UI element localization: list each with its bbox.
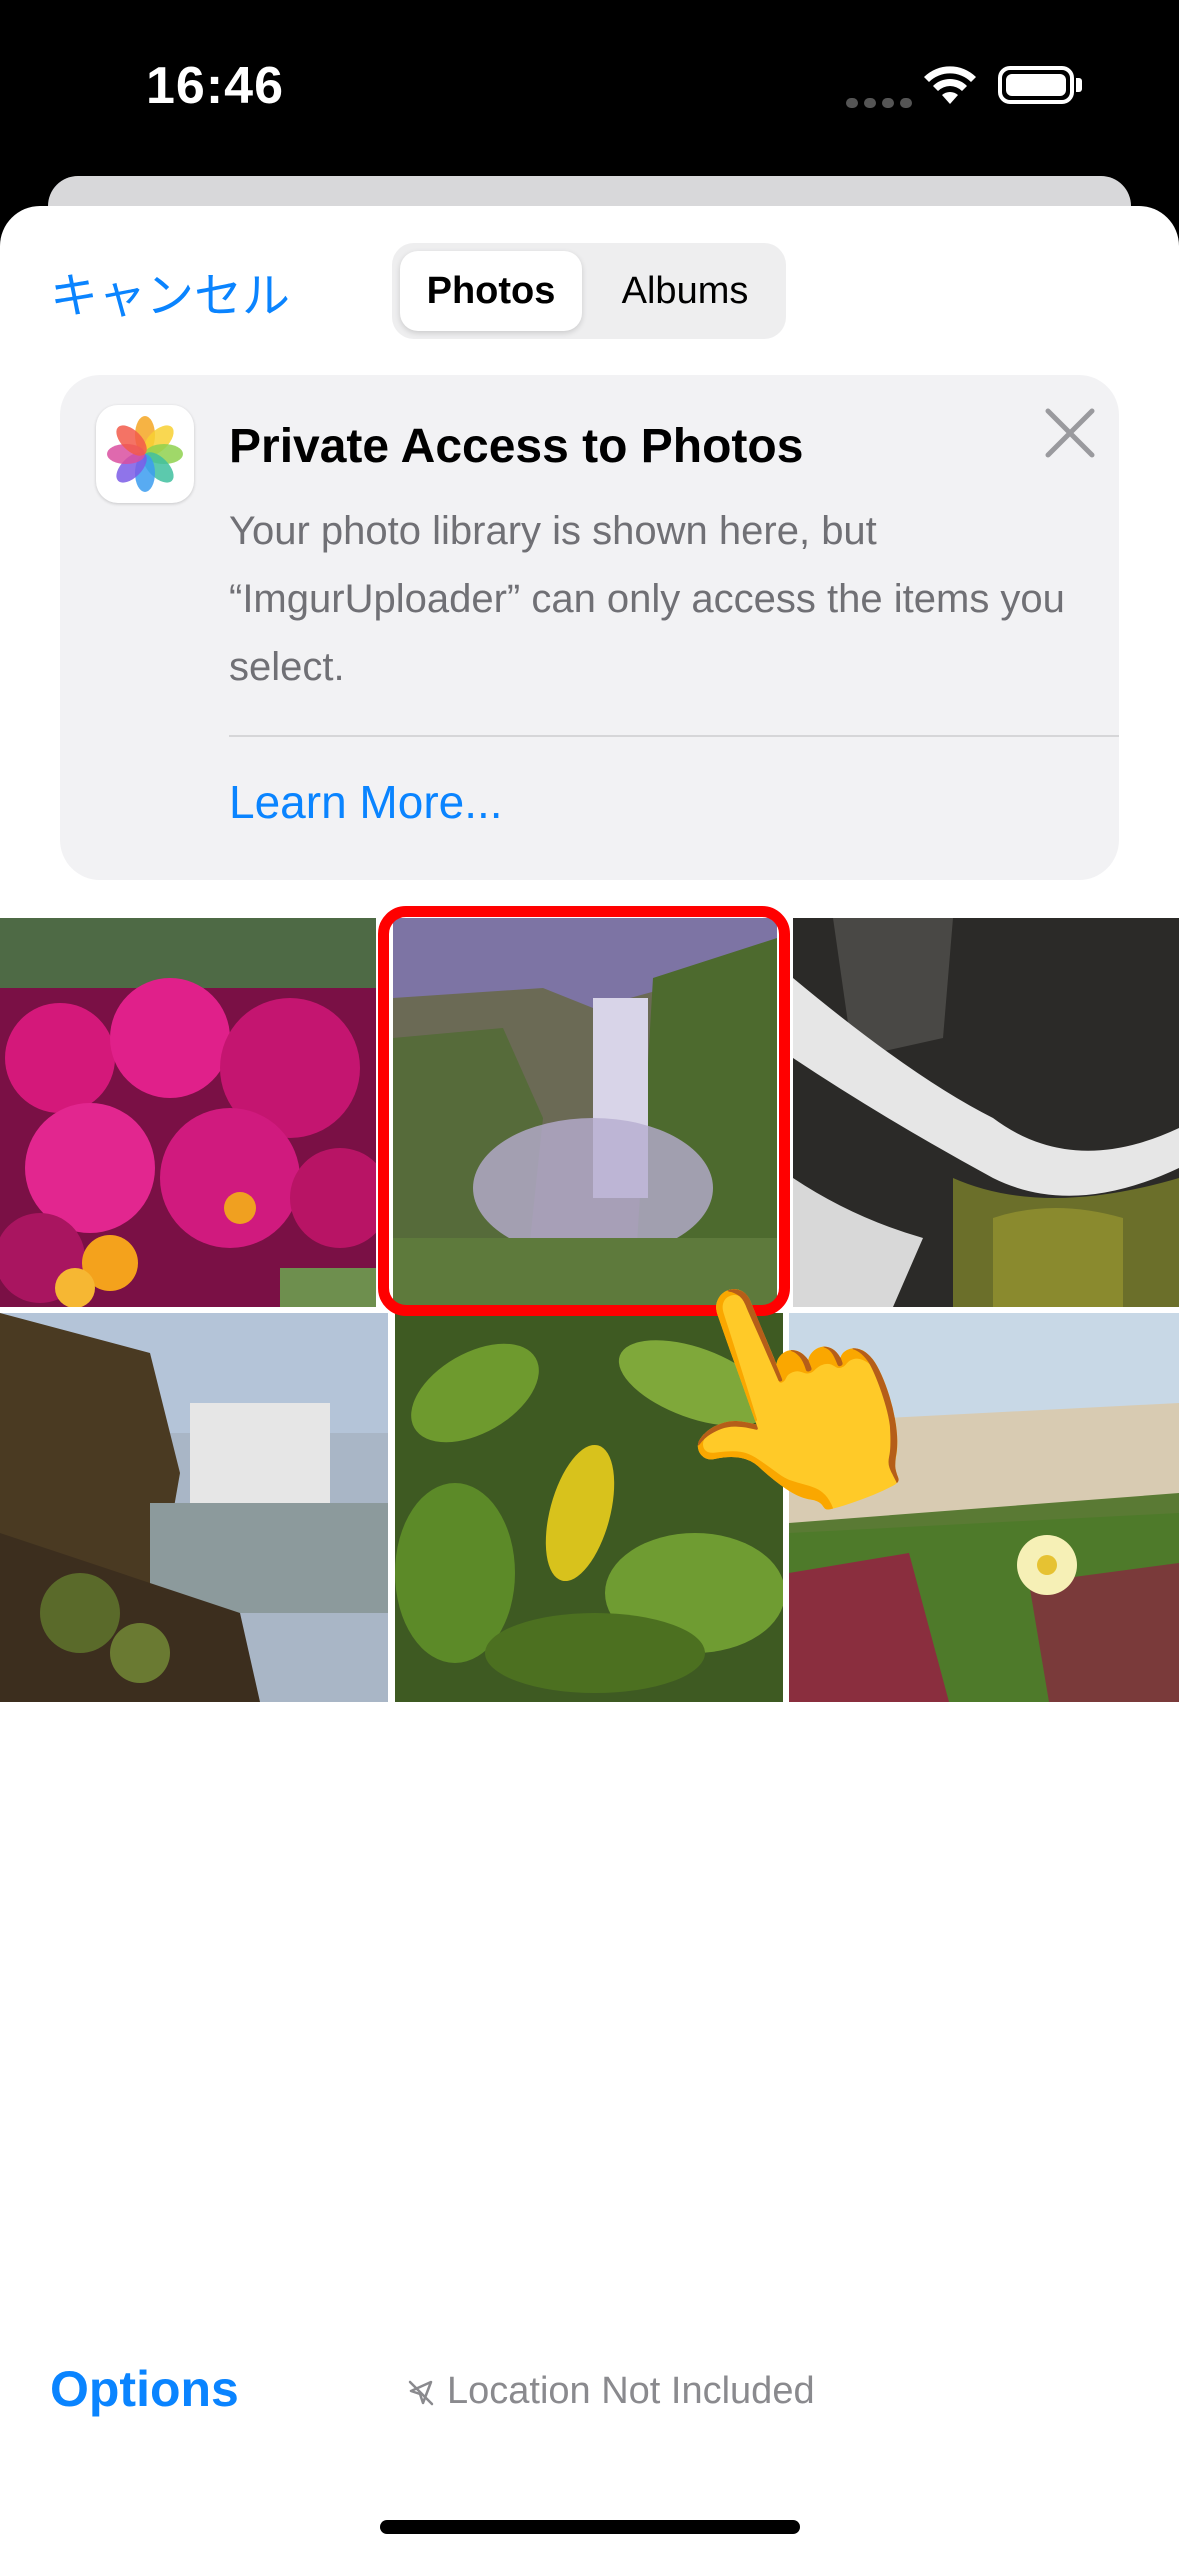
banner-description: Your photo library is shown here, but “I… xyxy=(229,509,1065,689)
location-off-icon xyxy=(408,2380,434,2406)
banner-title: Private Access to Photos xyxy=(229,420,804,473)
selection-highlight xyxy=(378,906,790,1316)
learn-more-link[interactable]: Learn More... xyxy=(229,775,503,829)
photo-waterfall-river[interactable] xyxy=(0,1313,388,1702)
location-status: Location Not Included xyxy=(405,2370,815,2413)
photos-app-icon xyxy=(96,405,194,503)
tab-photos[interactable]: Photos xyxy=(400,251,582,331)
close-icon[interactable] xyxy=(1040,403,1100,463)
cancel-button[interactable]: キャンセル xyxy=(50,256,290,326)
home-indicator xyxy=(380,2520,800,2534)
photos-albums-segmented-control: Photos Albums xyxy=(392,243,786,339)
options-button[interactable]: Options xyxy=(50,2360,239,2418)
wifi-icon xyxy=(924,66,976,104)
private-access-banner: Private Access to Photos Your photo libr… xyxy=(60,375,1119,880)
tab-albums[interactable]: Albums xyxy=(590,251,780,331)
cellular-signal-icon xyxy=(846,95,918,113)
status-time: 16:46 xyxy=(146,57,284,115)
banner-divider xyxy=(229,735,1119,737)
battery-icon xyxy=(998,66,1074,104)
photo-pink-flowers[interactable] xyxy=(0,918,376,1307)
status-bar: 16:46 xyxy=(0,0,1179,190)
location-label: Location Not Included xyxy=(447,2370,815,2412)
